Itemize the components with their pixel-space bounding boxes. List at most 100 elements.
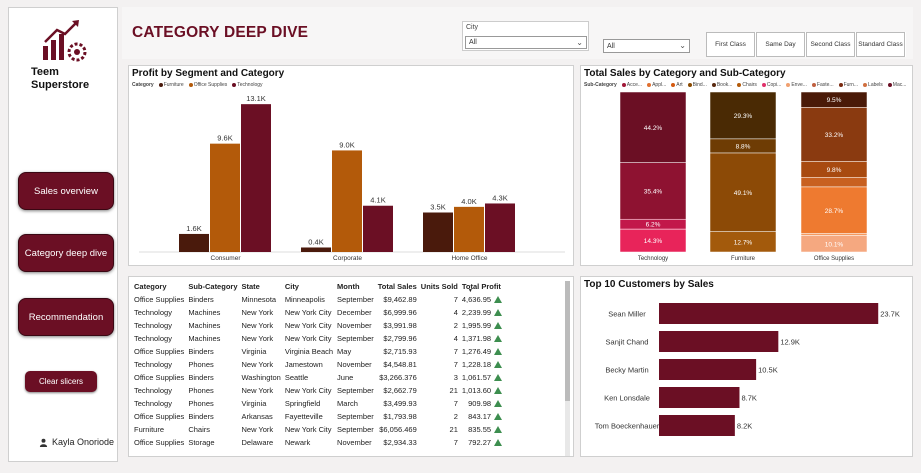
city-dropdown-value: All [469,39,477,46]
table-cell: New York City [284,425,332,434]
table-cell: $3,991.98 [383,321,417,330]
table-scrollbar[interactable] [565,281,570,456]
bar[interactable] [659,303,879,324]
column-header[interactable]: Total Sales [376,280,419,293]
nav-recommendation-button[interactable]: Recommendation [18,298,114,336]
table-cell: Virginia Beach [284,347,334,356]
up-triangle-icon [494,374,503,381]
table-row[interactable]: Office Supplies Binders Minnesota Minneapol… [132,293,504,306]
table-cell: Office Supplies [134,347,185,356]
data-label: 4.0K [461,197,476,206]
column-header[interactable]: State [239,280,282,293]
table-cell: Seattle [284,373,309,382]
table-row[interactable]: Office Supplies Binders Washington Seattle J… [132,371,504,384]
user-icon [39,438,48,447]
stacked-bar-segment[interactable] [800,233,868,236]
table-cell: 7 [453,360,458,369]
table-cell: New York City [284,334,332,343]
up-triangle-icon [494,439,503,446]
table-cell: Office Supplies [134,295,185,304]
column-header[interactable]: Sub-Category [186,280,239,293]
data-label: 8.7K [741,394,756,403]
table-cell: 7 [453,347,458,356]
table-cell: 1,228.18 [460,358,504,371]
bar[interactable] [301,247,331,252]
y-tick-label: Ken Lonsdale [604,394,650,403]
table-cell: May [337,347,352,356]
ship-mode-first-class[interactable]: First Class [706,32,755,57]
bar[interactable] [454,206,484,252]
bar[interactable] [659,387,740,408]
bar[interactable] [485,203,515,252]
table-cell: 21 [449,425,458,434]
bar[interactable] [659,415,735,436]
table-row[interactable]: Technology Machines New York New York City N… [132,319,504,332]
column-header[interactable]: Units Sold [419,280,460,293]
bar[interactable] [659,331,779,352]
customers-chart-title: Top 10 Customers by Sales [584,279,714,290]
table-body: Office Supplies Binders Minnesota Minneapol… [132,293,504,449]
chevron-down-icon: ⌄ [679,41,686,50]
ship-mode-same-day[interactable]: Same Day [756,32,805,57]
ship-mode-standard-class[interactable]: Standard Class [856,32,905,57]
table-cell: Delaware [241,438,274,447]
table-cell: Technology [134,360,172,369]
table-row[interactable]: Technology Machines New York New York City S… [132,332,504,345]
y-tick-label: Sean Miller [608,310,646,319]
y-tick-label: Tom Boeckenhauer [595,422,660,431]
scrollbar-thumb[interactable] [565,281,570,401]
bar[interactable] [332,150,362,252]
bar[interactable] [241,104,271,253]
data-label: 33.2% [825,132,844,139]
table-cell: $2,934.33 [383,438,417,447]
table-row[interactable]: Technology Phones New York Jamestown Novembe… [132,358,504,371]
table-cell: Machines [188,334,221,343]
clear-slicers-button[interactable]: Clear slicers [25,371,97,392]
bar[interactable] [179,233,209,252]
column-header[interactable]: Month [335,280,376,293]
table-cell: March [337,399,358,408]
x-tick-label: Furniture [731,256,756,262]
table-cell: 21 [449,386,458,395]
table-cell: Machines [188,321,221,330]
data-label: 9.5% [827,97,842,104]
column-header[interactable]: Total Profit ▼ [460,280,504,294]
ship-mode-second-class[interactable]: Second Class [806,32,855,57]
table-cell: Machines [188,308,221,317]
column-header[interactable]: City [283,280,335,293]
table-cell: $2,662.79 [383,386,417,395]
table-cell: 835.55 [460,423,504,436]
table-cell: Phones [188,399,214,408]
table-cell: New York [241,321,274,330]
column-header[interactable]: Category [132,280,186,293]
data-label: 1.6K [186,224,201,233]
table-row[interactable]: Furniture Chairs New York New York City Sept… [132,423,504,436]
table-row[interactable]: Technology Phones New York New York City Sep… [132,384,504,397]
filter-dropdown[interactable]: All ⌄ [603,39,690,53]
up-triangle-icon [494,426,503,433]
table-cell: December [337,308,372,317]
city-dropdown[interactable]: All ⌄ [465,36,587,49]
bar[interactable] [423,212,453,253]
table-cell: $4,548.81 [383,360,417,369]
author: Kayla Onoriode [39,437,114,447]
table-row[interactable]: Office Supplies Binders Virginia Virginia B… [132,345,504,358]
bar[interactable] [659,359,757,380]
nav-sales-overview-button[interactable]: Sales overview [18,172,114,210]
ship-mode-slicer: First Class Same Day Second Class Standa… [706,32,906,57]
data-label: 23.7K [880,310,900,319]
table-cell: Technology [134,321,172,330]
profit-by-segment-panel: Profit by Segment and Category Category … [128,65,574,266]
table-cell: 3 [453,373,458,382]
stacked-bar-segment[interactable] [800,177,868,188]
nav-category-deep-dive-button[interactable]: Category deep dive [18,234,114,272]
bar[interactable] [363,205,393,252]
table-row[interactable]: Technology Machines New York New York City D… [132,306,504,319]
table-row[interactable]: Technology Phones Virginia Springfield March… [132,397,504,410]
table-cell: Virginia [241,399,267,408]
table-cell: Fayetteville [284,412,323,421]
data-label: 28.7% [825,208,844,215]
bar[interactable] [210,143,240,252]
table-row[interactable]: Office Supplies Storage Delaware Newark Nove… [132,436,504,449]
table-row[interactable]: Office Supplies Binders Arkansas Fayettevil… [132,410,504,423]
